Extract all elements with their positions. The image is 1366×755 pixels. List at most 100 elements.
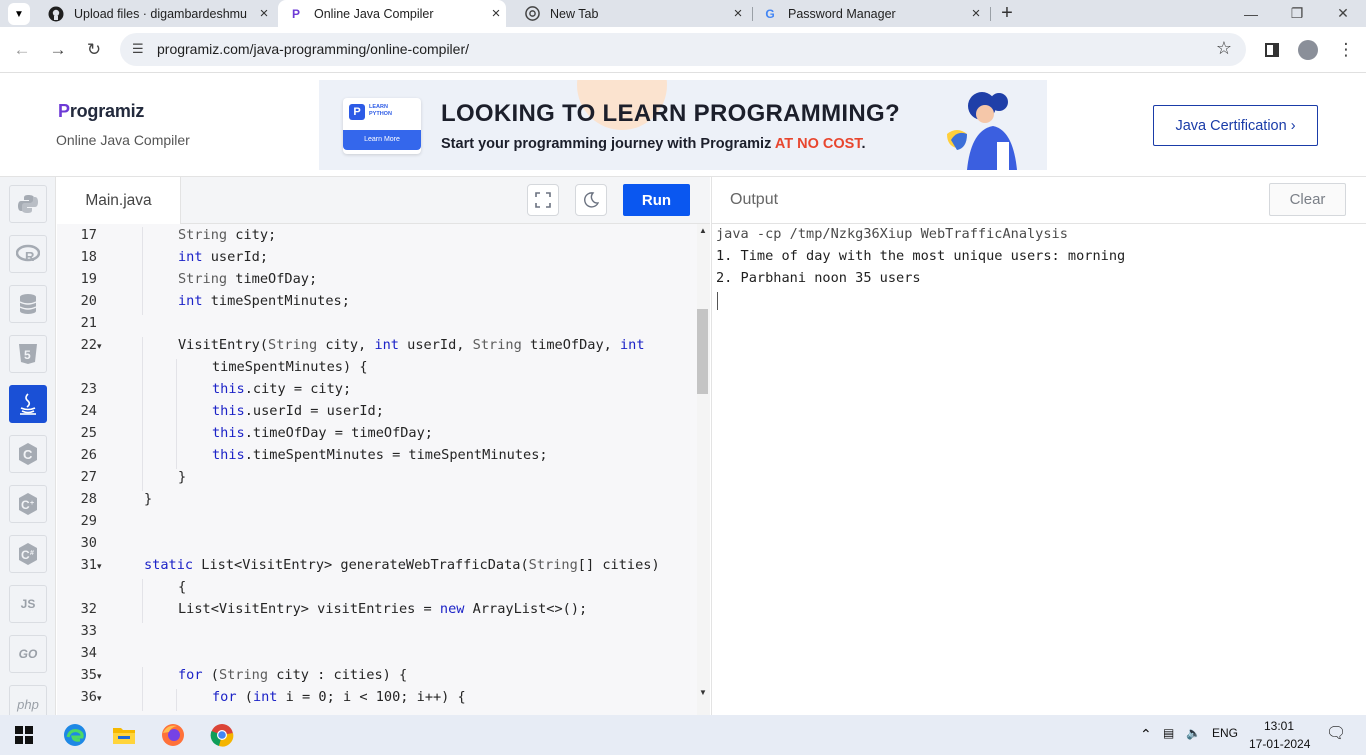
clear-button[interactable]: Clear bbox=[1269, 183, 1346, 216]
side-panel-button[interactable] bbox=[1258, 36, 1286, 64]
indent-guide bbox=[176, 403, 177, 425]
indent-guide bbox=[142, 271, 143, 293]
code-line: static List<VisitEntry> generateWebTraff… bbox=[144, 557, 660, 573]
csharp-icon[interactable]: C # bbox=[9, 535, 47, 573]
clock-time[interactable]: 13:01 bbox=[1264, 719, 1294, 733]
scroll-down-icon[interactable]: ▼ bbox=[697, 688, 709, 697]
show-hidden-icons[interactable]: ⌃ bbox=[1140, 726, 1152, 743]
fold-arrow-icon[interactable]: ▾ bbox=[97, 693, 102, 704]
firefox-icon[interactable] bbox=[158, 720, 188, 750]
address-bar[interactable]: ☰ programiz.com/java-programming/online-… bbox=[120, 33, 1246, 66]
close-tab-icon[interactable]: × bbox=[728, 5, 748, 22]
code-keyword: this bbox=[212, 403, 245, 419]
line-number: 22 bbox=[80, 337, 97, 353]
close-tab-icon[interactable]: × bbox=[486, 5, 506, 22]
code-keyword: this bbox=[212, 447, 245, 463]
text-cursor bbox=[717, 292, 718, 310]
person-illustration bbox=[947, 92, 1017, 170]
code-token: List<VisitEntry> generateWebTrafficData( bbox=[193, 557, 529, 573]
code-keyword: int bbox=[620, 337, 645, 353]
output-label: Output bbox=[730, 191, 779, 208]
javascript-icon[interactable]: JS bbox=[9, 585, 47, 623]
windows-start-icon[interactable] bbox=[9, 720, 39, 750]
volume-icon[interactable]: 🔈 bbox=[1186, 726, 1201, 740]
moon-icon bbox=[584, 192, 599, 208]
browser-tab-java-compiler[interactable]: P Online Java Compiler × bbox=[278, 0, 506, 27]
go-icon[interactable]: GO bbox=[9, 635, 47, 673]
forward-button[interactable]: → bbox=[44, 36, 72, 64]
menu-button[interactable]: ⋮ bbox=[1332, 36, 1360, 64]
fullscreen-button[interactable] bbox=[527, 184, 559, 216]
line-number: 30 bbox=[80, 535, 97, 551]
file-explorer-icon[interactable] bbox=[109, 720, 139, 750]
js-label: JS bbox=[20, 597, 36, 611]
browser-tab-upload[interactable]: Upload files · digambardeshmu × bbox=[38, 0, 274, 27]
line-number: 27 bbox=[80, 469, 97, 485]
profile-button[interactable] bbox=[1294, 36, 1322, 64]
browser-tab-password-manager[interactable]: G Password Manager × bbox=[752, 0, 986, 27]
close-window-button[interactable]: ✕ bbox=[1320, 0, 1366, 27]
php-label: php bbox=[17, 696, 39, 712]
java-icon[interactable] bbox=[9, 385, 47, 423]
banner-subtext: Start your programming journey with Prog… bbox=[441, 136, 866, 152]
dark-mode-button[interactable] bbox=[575, 184, 607, 216]
browser-tab-new-tab[interactable]: New Tab × bbox=[514, 0, 748, 27]
indent-guide bbox=[176, 381, 177, 403]
sql-icon[interactable] bbox=[9, 285, 47, 323]
c-icon[interactable]: C bbox=[9, 435, 47, 473]
file-tab-main-java[interactable]: Main.java bbox=[57, 177, 181, 224]
fold-arrow-icon[interactable]: ▾ bbox=[97, 561, 102, 572]
r-icon[interactable]: R bbox=[9, 235, 47, 273]
fold-arrow-icon[interactable]: ▾ bbox=[97, 671, 102, 682]
tab-title: Online Java Compiler bbox=[314, 6, 434, 21]
scrollbar-thumb[interactable] bbox=[697, 309, 708, 394]
ad-banner[interactable]: P LEARN PYTHON Learn More LOOKING TO LEAR… bbox=[319, 80, 1047, 170]
code-line: String timeOfDay; bbox=[178, 271, 317, 287]
scroll-up-icon[interactable]: ▲ bbox=[697, 226, 709, 235]
new-tab-button[interactable]: + bbox=[996, 0, 1018, 27]
code-keyword: this bbox=[212, 425, 245, 441]
notifications-icon[interactable]: 🗨 bbox=[1326, 723, 1346, 743]
output-console[interactable]: java -cp /tmp/Nzkg36Xiup WebTrafficAnaly… bbox=[711, 224, 1366, 715]
python-icon[interactable] bbox=[9, 185, 47, 223]
code-editor[interactable]: 17 String city; 18 int userId; 19 String time… bbox=[57, 224, 697, 715]
tab-search-button[interactable]: ▼ bbox=[8, 3, 30, 25]
code-token: i = 0; i < 100; i++) { bbox=[277, 689, 466, 705]
code-line: { bbox=[178, 579, 186, 595]
run-button[interactable]: Run bbox=[623, 184, 690, 216]
svg-text:C: C bbox=[21, 498, 30, 512]
code-keyword: int bbox=[178, 293, 203, 309]
language-indicator[interactable]: ENG bbox=[1212, 726, 1238, 740]
back-button[interactable]: ← bbox=[8, 36, 36, 64]
fold-arrow-icon[interactable]: ▾ bbox=[97, 341, 102, 352]
code-token: .timeOfDay = timeOfDay; bbox=[244, 425, 433, 441]
code-token: [] cities) bbox=[577, 557, 660, 573]
bookmark-star-icon[interactable]: ☆ bbox=[1216, 38, 1232, 59]
indent-guide bbox=[142, 381, 143, 403]
code-line: VisitEntry(String city, int userId, Stri… bbox=[178, 337, 645, 353]
restore-button[interactable]: ❐ bbox=[1274, 0, 1320, 27]
programiz-logo[interactable]: Programiz bbox=[58, 101, 144, 122]
svg-text:R: R bbox=[25, 249, 35, 264]
edge-icon[interactable] bbox=[60, 720, 90, 750]
html-icon[interactable]: 5 bbox=[9, 335, 47, 373]
cpp-icon[interactable]: C + bbox=[9, 485, 47, 523]
close-tab-icon[interactable]: × bbox=[966, 5, 986, 22]
chrome-taskbar-icon[interactable] bbox=[207, 720, 237, 750]
code-line: this.city = city; bbox=[212, 381, 351, 397]
network-icon[interactable]: ▤ bbox=[1163, 726, 1174, 740]
editor-scrollbar[interactable]: ▲ ▼ bbox=[697, 224, 710, 715]
site-info-icon[interactable]: ☰ bbox=[132, 41, 144, 57]
reload-button[interactable]: ↻ bbox=[80, 36, 108, 64]
java-certification-button[interactable]: Java Certification › bbox=[1153, 105, 1318, 146]
minimize-button[interactable]: — bbox=[1228, 0, 1274, 27]
kebab-menu-icon: ⋮ bbox=[1337, 40, 1355, 59]
fullscreen-icon bbox=[535, 192, 551, 208]
learn-more-button[interactable]: Learn More bbox=[343, 130, 421, 150]
line-number: 34 bbox=[80, 645, 97, 661]
clock-date[interactable]: 17-01-2024 bbox=[1249, 737, 1310, 751]
code-token: } bbox=[144, 491, 153, 507]
close-tab-icon[interactable]: × bbox=[254, 5, 274, 22]
code-token: userId; bbox=[210, 249, 269, 265]
chevron-down-icon: ▼ bbox=[14, 8, 24, 20]
